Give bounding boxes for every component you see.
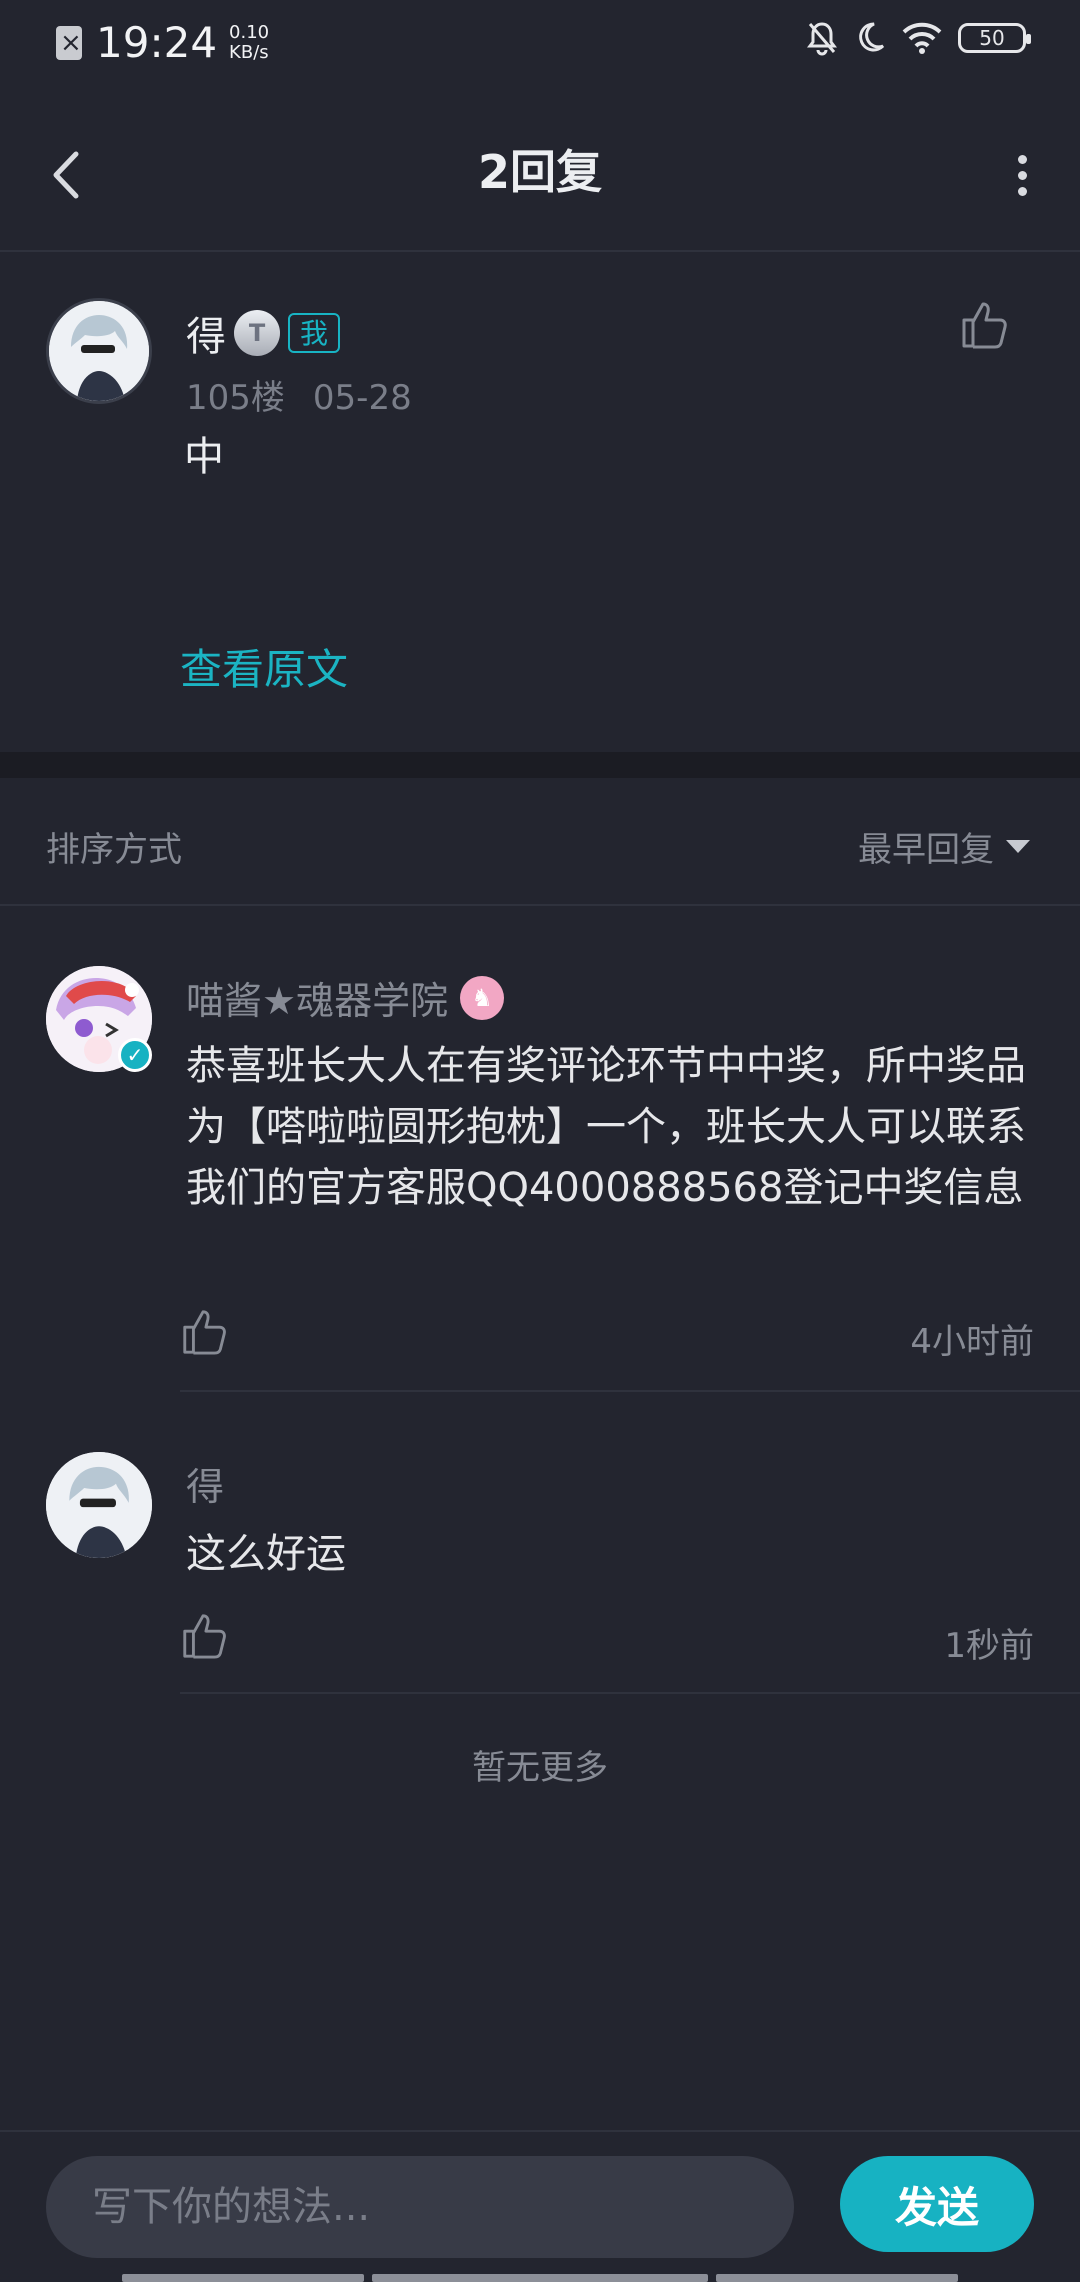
- network-speed: 0.10 KB/s: [229, 21, 270, 63]
- reply-author[interactable]: 喵酱★魂器学院: [186, 970, 448, 1025]
- reply-time: 4小时前: [910, 1322, 1034, 1362]
- more-dot-icon: [1017, 170, 1027, 180]
- avatar[interactable]: [46, 1452, 152, 1558]
- no-more-indicator: 暂无更多: [472, 1748, 608, 1788]
- reply-item: 得 这么好运 1秒前: [0, 1452, 1080, 1694]
- view-original-link[interactable]: 查看原文: [180, 636, 348, 697]
- caret-down-icon: [1006, 840, 1030, 853]
- medal-badge-icon: ♞: [460, 975, 505, 1020]
- reply-text: 恭喜班长大人在有奖评论环节中中奖，所中奖品为【嗒啦啦圆形抱枕】一个，班长大人可以…: [186, 1043, 1026, 1211]
- no-sim-icon: [56, 25, 82, 60]
- post-content: 中: [184, 434, 224, 480]
- reply-like-button[interactable]: [180, 1610, 228, 1660]
- wifi-icon: [902, 22, 942, 54]
- thumbs-up-icon: [183, 1614, 226, 1659]
- navigation-bar: [0, 2274, 1080, 2282]
- floor-number: 105楼: [186, 378, 285, 418]
- verified-check-icon: ✓: [118, 1038, 152, 1072]
- battery-indicator: 50: [958, 23, 1031, 53]
- avatar[interactable]: [46, 298, 152, 404]
- reply-item: ✓ 喵酱★魂器学院 ♞ 恭喜班长大人在有奖评论环节中中奖，所中奖品为【嗒啦啦圆形…: [0, 966, 1080, 1392]
- sort-selected-value: 最早回复: [858, 830, 994, 870]
- nav-handle[interactable]: [372, 2274, 708, 2282]
- more-dot-icon: [1017, 186, 1027, 196]
- comment-composer: 发送: [0, 2130, 1080, 2282]
- more-options-button[interactable]: [1000, 140, 1044, 210]
- send-button[interactable]: 发送: [840, 2156, 1034, 2252]
- thumbs-up-icon: [183, 1310, 226, 1355]
- status-time: 19:24: [96, 18, 218, 67]
- sort-dropdown[interactable]: 最早回复: [858, 822, 1030, 871]
- me-tag: 我: [288, 313, 341, 353]
- original-post: 得 T 我 105楼 05-28 中 查看原文: [0, 252, 1080, 752]
- reply-divider: [180, 1692, 1080, 1694]
- page-title: 2回复: [477, 145, 602, 199]
- comment-input[interactable]: [46, 2156, 794, 2258]
- sort-label: 排序方式: [46, 830, 182, 870]
- moon-icon: [854, 20, 886, 56]
- post-date: 05-28: [312, 378, 412, 418]
- reply-like-button[interactable]: [180, 1306, 228, 1356]
- like-button[interactable]: [960, 298, 1008, 350]
- reply-divider: [180, 1390, 1080, 1392]
- more-dot-icon: [1017, 154, 1027, 164]
- title-bar: 2回复: [0, 90, 1080, 252]
- reply-time: 1秒前: [944, 1626, 1034, 1666]
- reply-author[interactable]: 得: [186, 1456, 224, 1511]
- author-name[interactable]: 得: [186, 304, 226, 362]
- sort-row: 排序方式 最早回复: [0, 778, 1080, 906]
- nav-handle[interactable]: [716, 2274, 958, 2282]
- mute-bell-icon: [806, 20, 838, 56]
- section-divider: [0, 752, 1080, 778]
- nav-handle[interactable]: [122, 2274, 364, 2282]
- thumbs-up-icon: [962, 302, 1007, 349]
- reply-text: 这么好运: [186, 1531, 346, 1577]
- post-meta: 105楼 05-28: [186, 370, 412, 419]
- status-bar: 19:24 0.10 KB/s 50: [0, 0, 1080, 84]
- level-badge-icon: T: [234, 310, 280, 356]
